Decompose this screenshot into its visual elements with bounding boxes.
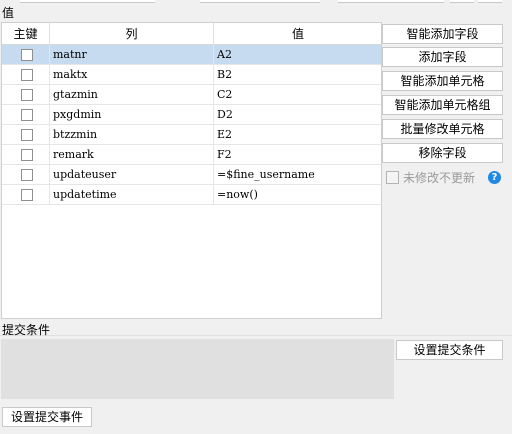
column-cell[interactable]: matnr [50,45,214,65]
top-field-right-1 [338,0,444,3]
top-field-left [20,0,155,3]
column-cell[interactable]: remark [50,145,214,165]
primary-key-checkbox[interactable] [21,49,33,61]
primary-key-checkbox[interactable] [21,169,33,181]
value-cell[interactable]: D2 [214,105,381,125]
batch-modify-cell-button[interactable]: 批量修改单元格 [382,119,503,139]
no-update-checkbox[interactable] [386,171,399,184]
primary-key-checkbox[interactable] [21,89,33,101]
primary-key-checkbox[interactable] [21,109,33,121]
column-cell[interactable]: gtazmin [50,85,214,105]
header-value[interactable]: 值 [214,23,381,45]
primary-key-cell [2,105,50,125]
table-row[interactable]: remark F2 [2,145,381,165]
top-field-right-3 [478,0,502,3]
value-cell[interactable]: C2 [214,85,381,105]
primary-key-cell [2,185,50,205]
column-cell[interactable]: maktx [50,65,214,85]
table-row[interactable]: maktx B2 [2,65,381,85]
primary-key-cell [2,125,50,145]
smart-add-cell-button[interactable]: 智能添加单元格 [382,71,503,91]
table-row[interactable]: updatetime =now() [2,185,381,205]
table-row[interactable]: btzzmin E2 [2,125,381,145]
header-primary-key[interactable]: 主键 [2,23,50,45]
smart-add-field-button[interactable]: 智能添加字段 [382,24,503,44]
column-cell[interactable]: updateuser [50,165,214,185]
smart-add-cell-group-button[interactable]: 智能添加单元格组 [382,95,503,115]
table-row[interactable]: matnr A2 [2,45,381,65]
value-cell[interactable]: B2 [214,65,381,85]
set-submit-condition-button[interactable]: 设置提交条件 [396,340,503,360]
primary-key-checkbox[interactable] [21,129,33,141]
value-cell[interactable]: E2 [214,125,381,145]
table-row[interactable]: gtazmin C2 [2,85,381,105]
values-table: 主键 列 值 matnr A2 maktx B2 gtazmin C2 pxgd… [1,22,382,319]
primary-key-checkbox[interactable] [21,149,33,161]
primary-key-cell [2,85,50,105]
value-cell[interactable]: =$fine_username [214,165,381,185]
primary-key-cell [2,165,50,185]
remove-field-button[interactable]: 移除字段 [382,143,503,163]
value-cell[interactable]: F2 [214,145,381,165]
header-column[interactable]: 列 [50,23,214,45]
primary-key-cell [2,45,50,65]
primary-key-checkbox[interactable] [21,189,33,201]
set-submit-event-button[interactable]: 设置提交事件 [2,407,92,427]
submit-condition-area[interactable] [1,339,394,399]
add-field-button[interactable]: 添加字段 [382,47,503,67]
value-cell[interactable]: =now() [214,185,381,205]
primary-key-cell [2,145,50,165]
no-update-label: 未修改不更新 [403,171,476,185]
column-cell[interactable]: btzzmin [50,125,214,145]
primary-key-cell [2,65,50,85]
table-row[interactable]: updateuser =$fine_username [2,165,381,185]
help-icon[interactable]: ? [488,171,501,184]
value-cell[interactable]: A2 [214,45,381,65]
section-divider [0,335,512,336]
top-strip [0,0,512,4]
submit-condition-title: 提交条件 [2,323,51,337]
column-cell[interactable]: updatetime [50,185,214,205]
column-cell[interactable]: pxgdmin [50,105,214,125]
top-field-right-2 [450,0,474,3]
table-header: 主键 列 值 [2,23,381,45]
top-field-mid [200,0,320,3]
table-row[interactable]: pxgdmin D2 [2,105,381,125]
values-section-title: 值 [2,6,15,20]
primary-key-checkbox[interactable] [21,69,33,81]
